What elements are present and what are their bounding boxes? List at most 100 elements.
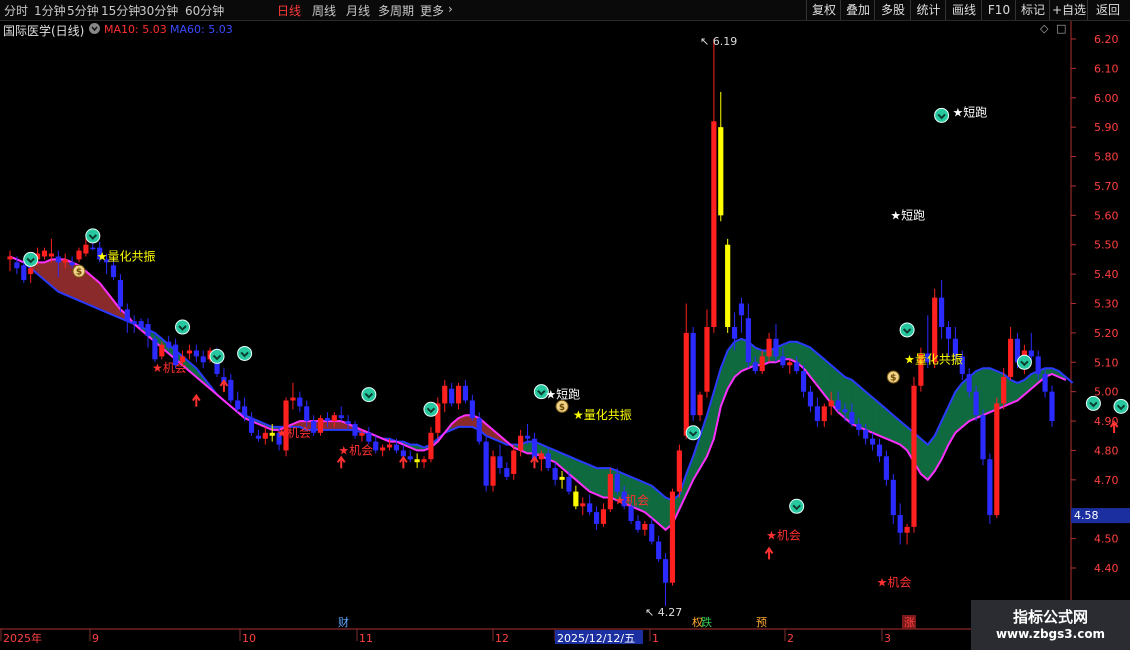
- candle-body[interactable]: [683, 332, 689, 436]
- candle-body[interactable]: [366, 432, 372, 442]
- candle-body[interactable]: [814, 406, 820, 422]
- candle-body[interactable]: [242, 406, 248, 416]
- candle-body[interactable]: [593, 512, 600, 524]
- kline-chart[interactable]: $★量化共振★机会★机会★机会★短跑$★量化共振★机会★机会★机会★短跑$★量化…: [0, 21, 1130, 650]
- candle-body[interactable]: [14, 262, 20, 269]
- period-tab-10[interactable]: 更多: [420, 2, 444, 19]
- candle-body[interactable]: [649, 523, 655, 542]
- candle-body[interactable]: [566, 476, 572, 492]
- candle-body[interactable]: [559, 476, 565, 480]
- candle-body[interactable]: [400, 450, 406, 457]
- candle-body[interactable]: [524, 435, 531, 439]
- toolbar-button-6[interactable]: 标记: [1015, 0, 1050, 20]
- candle-body[interactable]: [821, 406, 827, 422]
- candle-body[interactable]: [200, 356, 206, 363]
- candle-body[interactable]: [352, 423, 358, 436]
- candle-body[interactable]: [849, 412, 855, 424]
- candle-body[interactable]: [642, 523, 648, 530]
- candle-body[interactable]: [745, 318, 751, 363]
- candle-body[interactable]: [987, 459, 993, 516]
- candle-body[interactable]: [1008, 338, 1014, 377]
- candle-body[interactable]: [869, 438, 876, 445]
- candle-body[interactable]: [62, 259, 68, 263]
- candle-body[interactable]: [421, 459, 427, 463]
- candle-body[interactable]: [842, 409, 848, 413]
- candle-body[interactable]: [428, 432, 434, 460]
- candle-body[interactable]: [1042, 374, 1048, 392]
- candle-body[interactable]: [331, 415, 337, 422]
- candle-body[interactable]: [794, 362, 800, 372]
- candle-body[interactable]: [69, 262, 75, 266]
- toolbar-button-7[interactable]: +自选: [1049, 0, 1088, 20]
- candle-body[interactable]: [1049, 391, 1055, 422]
- candle-body[interactable]: [725, 244, 731, 328]
- candle-body[interactable]: [1028, 350, 1034, 357]
- candle-body[interactable]: [766, 338, 772, 357]
- candle-body[interactable]: [614, 473, 620, 492]
- candle-body[interactable]: [890, 479, 896, 516]
- event-marker[interactable]: 财: [338, 615, 349, 629]
- candle-body[interactable]: [697, 394, 703, 416]
- candle-body[interactable]: [124, 309, 130, 322]
- candle-body[interactable]: [807, 391, 814, 407]
- candle-body[interactable]: [835, 400, 841, 410]
- candle-body[interactable]: [290, 397, 296, 401]
- candle-body[interactable]: [897, 515, 903, 533]
- period-tab-9[interactable]: 多周期: [378, 2, 414, 19]
- toolbar-button-5[interactable]: F10: [981, 0, 1016, 20]
- candle-body[interactable]: [311, 421, 317, 433]
- candle-body[interactable]: [1001, 376, 1007, 404]
- candle-body[interactable]: [939, 297, 945, 328]
- candle-body[interactable]: [262, 432, 268, 439]
- candle-body[interactable]: [386, 444, 393, 448]
- candle-body[interactable]: [504, 468, 510, 477]
- candle-body[interactable]: [883, 456, 889, 480]
- toolbar-button-3[interactable]: 统计: [910, 0, 946, 20]
- candle-body[interactable]: [573, 491, 579, 507]
- event-marker[interactable]: 涨: [904, 616, 915, 629]
- candle-body[interactable]: [269, 432, 275, 436]
- candle-body[interactable]: [994, 403, 1000, 516]
- period-tab-0[interactable]: 分时: [4, 2, 28, 19]
- candle-body[interactable]: [656, 541, 662, 560]
- candle-body[interactable]: [28, 268, 34, 275]
- candle-body[interactable]: [393, 444, 400, 451]
- period-tab-5[interactable]: 60分钟: [185, 2, 224, 19]
- candle-body[interactable]: [186, 350, 193, 354]
- candle-body[interactable]: [117, 279, 123, 307]
- candle-body[interactable]: [449, 388, 455, 404]
- candle-body[interactable]: [669, 491, 676, 583]
- candle-body[interactable]: [76, 250, 82, 260]
- candle-body[interactable]: [538, 453, 544, 460]
- candle-body[interactable]: [980, 415, 986, 460]
- candle-body[interactable]: [904, 526, 910, 533]
- candle-body[interactable]: [690, 332, 696, 416]
- candle-body[interactable]: [380, 447, 386, 451]
- candle-body[interactable]: [152, 338, 158, 360]
- candle-body[interactable]: [780, 356, 786, 366]
- candle-body[interactable]: [973, 391, 979, 416]
- candle-body[interactable]: [138, 321, 144, 328]
- toolbar-button-8[interactable]: 返回: [1087, 0, 1128, 20]
- candle-body[interactable]: [90, 247, 96, 250]
- candle-body[interactable]: [662, 559, 669, 583]
- candle-body[interactable]: [497, 456, 503, 469]
- candle-body[interactable]: [48, 253, 54, 257]
- candle-body[interactable]: [518, 435, 524, 451]
- candle-body[interactable]: [21, 265, 27, 280]
- candle-body[interactable]: [469, 400, 475, 419]
- event-marker[interactable]: 跌: [701, 615, 712, 629]
- candle-body[interactable]: [490, 456, 496, 486]
- period-tab-8[interactable]: 月线: [346, 2, 370, 19]
- candle-body[interactable]: [166, 341, 172, 348]
- candle-body[interactable]: [966, 374, 972, 392]
- candle-body[interactable]: [455, 385, 462, 404]
- candle-body[interactable]: [317, 418, 324, 433]
- candle-body[interactable]: [235, 400, 241, 410]
- period-tab-1[interactable]: 1分钟: [34, 2, 66, 19]
- candle-body[interactable]: [545, 453, 551, 469]
- toolbar-button-0[interactable]: 复权: [806, 0, 841, 20]
- candle-body[interactable]: [338, 415, 344, 419]
- candle-body[interactable]: [876, 444, 883, 457]
- candle-body[interactable]: [159, 344, 165, 357]
